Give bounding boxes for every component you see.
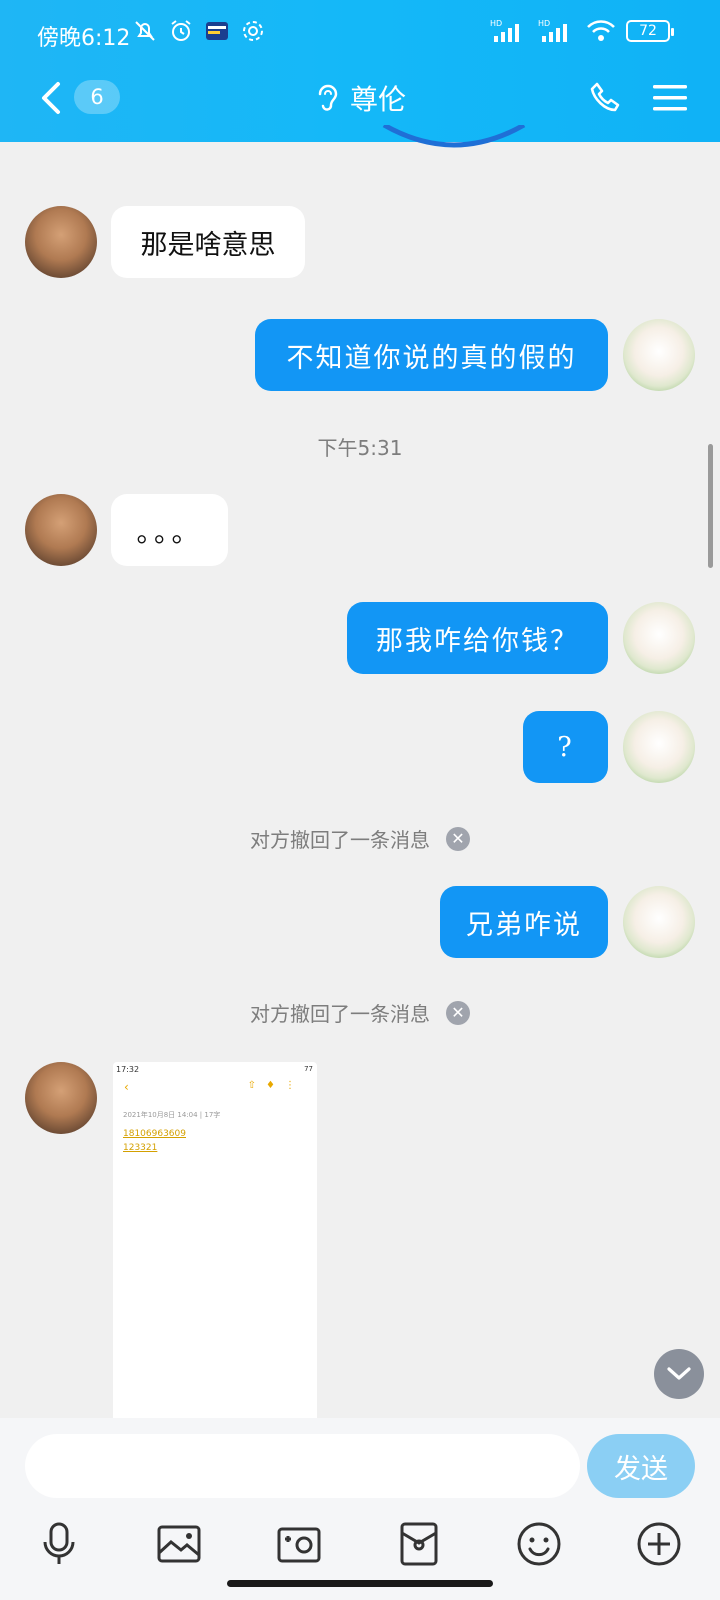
message-bubble-outgoing[interactable]: 那我咋给你钱？	[347, 602, 608, 674]
signal-icon-2: HD	[538, 19, 567, 42]
home-indicator[interactable]	[227, 1580, 493, 1587]
message-bubble-outgoing[interactable]: ?	[523, 711, 608, 783]
status-bar: 傍晚6:12 HD HD 72	[0, 0, 720, 64]
chat-header: 傍晚6:12 HD HD 72 6 尊伦	[0, 0, 720, 142]
svg-text:HD: HD	[538, 19, 550, 28]
red-packet-icon[interactable]	[396, 1521, 442, 1567]
scrollbar[interactable]	[708, 444, 713, 568]
recall-text: 对方撤回了一条消息	[250, 828, 430, 852]
message-bubble-incoming[interactable]: 那是啥意思	[111, 206, 305, 278]
emoji-icon[interactable]	[516, 1521, 562, 1567]
recall-notice: 对方撤回了一条消息 ✕	[0, 824, 720, 853]
my-avatar[interactable]	[623, 602, 695, 674]
message-input[interactable]	[25, 1434, 580, 1498]
image-status-battery: 77	[304, 1065, 313, 1073]
settings-gear-icon	[243, 21, 263, 41]
mute-bell-icon	[135, 21, 155, 41]
send-button[interactable]: 发送	[587, 1434, 695, 1498]
image-back-icon: ‹	[124, 1080, 129, 1094]
my-avatar[interactable]	[623, 711, 695, 783]
image-note-meta: 2021年10月8日 14:04 | 17字	[123, 1111, 221, 1119]
my-avatar[interactable]	[623, 319, 695, 391]
camera-icon[interactable]	[276, 1521, 322, 1567]
message-bubble-outgoing[interactable]: 不知道你说的真的假的	[255, 319, 608, 391]
contact-avatar[interactable]	[25, 1062, 97, 1134]
battery-indicator: 72	[626, 20, 674, 42]
signal-icon: HD	[490, 19, 519, 42]
scroll-to-bottom-button[interactable]	[654, 1349, 704, 1399]
phone-call-button[interactable]	[588, 80, 624, 116]
image-icon[interactable]	[156, 1521, 202, 1567]
more-menu-button[interactable]	[653, 82, 687, 114]
my-avatar[interactable]	[623, 886, 695, 958]
close-icon[interactable]: ✕	[446, 1000, 470, 1025]
wifi-icon	[587, 20, 615, 41]
message-edge-decoration	[382, 125, 526, 148]
recall-notice: 对方撤回了一条消息 ✕	[0, 998, 720, 1027]
image-note-line: 18106963609	[123, 1129, 186, 1139]
message-bubble-incoming[interactable]: 。。。	[111, 494, 228, 566]
alarm-icon	[171, 20, 191, 41]
status-time: 傍晚6:12	[37, 26, 131, 51]
chat-title[interactable]: 尊伦	[350, 78, 406, 118]
contact-avatar[interactable]	[25, 494, 97, 566]
microphone-icon[interactable]	[36, 1521, 82, 1567]
chevron-down-icon	[667, 1367, 691, 1380]
contact-avatar[interactable]	[25, 206, 97, 278]
image-status-time: 17:32	[116, 1065, 140, 1074]
image-toolbar-icons: ⇧♦⋮	[247, 1080, 305, 1091]
image-note-line: 123321	[123, 1143, 158, 1153]
svg-text:HD: HD	[490, 19, 502, 28]
image-message[interactable]: 17:32 77 ‹ ⇧♦⋮ 2021年10月8日 14:04 | 17字 18…	[113, 1062, 317, 1422]
input-area: 发送	[0, 1418, 720, 1600]
close-icon[interactable]: ✕	[446, 826, 470, 851]
plus-icon[interactable]	[636, 1521, 682, 1567]
earpiece-mode-icon	[318, 84, 338, 111]
time-divider: 下午5:31	[317, 436, 403, 460]
message-bubble-outgoing[interactable]: 兄弟咋说	[440, 886, 608, 958]
app-notification-icon	[206, 22, 228, 40]
recall-text: 对方撤回了一条消息	[250, 1002, 430, 1026]
